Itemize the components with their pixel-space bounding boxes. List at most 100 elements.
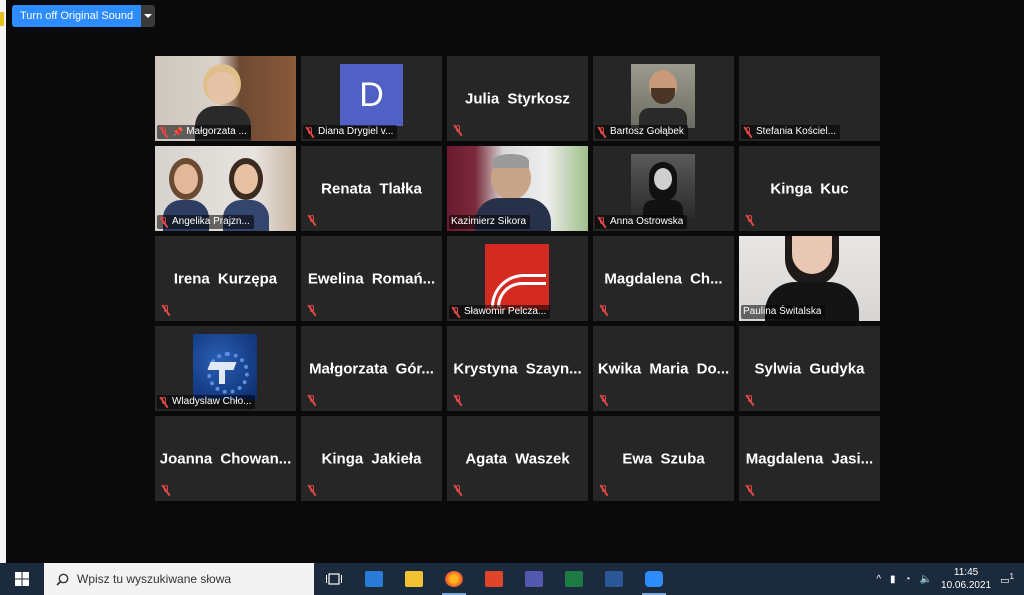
mail-icon[interactable] — [354, 563, 394, 595]
muted-mic-icon — [307, 485, 317, 496]
muted-mic-icon — [161, 485, 171, 496]
profile-photo — [631, 154, 695, 218]
participant-tile[interactable]: 📌 Małgorzata ... — [155, 56, 296, 141]
participant-tile[interactable]: Stefania Kościel... — [739, 56, 880, 141]
clock-date: 10.06.2021 — [941, 580, 992, 591]
participant-tile[interactable]: Ewa Szuba — [593, 416, 734, 501]
participant-tile[interactable]: Renata Tlałka — [301, 146, 442, 231]
participant-label: Stefania Kościel... — [741, 125, 841, 139]
original-sound-control[interactable]: Turn off Original Sound — [12, 5, 156, 27]
muted-mic-icon — [597, 216, 607, 228]
muted-mic-icon — [453, 485, 463, 496]
system-tray: ^ ▮ ◔ 🔈 11:45 10.06.2021 ▭1 — [876, 566, 1024, 592]
participant-label: Kazimierz Sikora — [449, 215, 531, 229]
participant-name: Krystyna Szayn... — [453, 360, 582, 377]
muted-mic-icon — [599, 485, 609, 496]
teams-icon[interactable] — [514, 563, 554, 595]
muted-mic-icon — [745, 215, 755, 226]
participant-tile[interactable]: Sylwia Gudyka — [739, 326, 880, 411]
search-placeholder: Wpisz tu wyszukiwane słowa — [77, 572, 232, 586]
volume-icon[interactable]: 🔈 — [920, 574, 932, 585]
participant-label: Bartosz Gołąbek — [595, 125, 688, 139]
clock-time: 11:45 — [953, 567, 979, 578]
participant-tile[interactable]: Agata Waszek — [447, 416, 588, 501]
office-icon[interactable] — [474, 563, 514, 595]
muted-mic-icon — [307, 305, 317, 316]
participant-name: Joanna Chowan... — [159, 450, 292, 467]
pin-icon: 📌 — [172, 127, 184, 137]
participant-name: Kinga Kuc — [770, 180, 849, 197]
muted-mic-icon — [159, 216, 169, 228]
participant-name: Julia Styrkosz — [465, 90, 570, 107]
gallery-grid: 📌 Małgorzata ... D Diana Drygiel v... Jul… — [155, 56, 881, 501]
muted-mic-icon — [451, 306, 461, 318]
chevron-down-icon[interactable] — [141, 5, 156, 27]
search-icon — [56, 573, 69, 586]
left-edge-strip — [0, 0, 6, 563]
participant-tile[interactable]: Anna Ostrowska — [593, 146, 734, 231]
participant-name: Ewelina Romań... — [307, 270, 436, 287]
zoom-icon[interactable] — [634, 563, 674, 595]
muted-mic-icon — [599, 395, 609, 406]
participant-tile[interactable]: Kwika Maria Do... — [593, 326, 734, 411]
muted-mic-icon — [305, 126, 315, 138]
participant-tile[interactable]: Irena Kurzępa — [155, 236, 296, 321]
participant-name: Magdalena Jasi... — [745, 450, 874, 467]
firefox-icon[interactable] — [434, 563, 474, 595]
participant-tile[interactable]: Kinga Jakieła — [301, 416, 442, 501]
muted-mic-icon — [159, 126, 169, 138]
participant-name: Agata Waszek — [465, 450, 570, 467]
windows-start-icon[interactable] — [0, 563, 44, 595]
excel-icon[interactable] — [554, 563, 594, 595]
participant-label: Paulina Świtalska — [741, 305, 826, 319]
participant-label: Anna Ostrowska — [595, 215, 688, 229]
participant-tile[interactable]: Joanna Chowan... — [155, 416, 296, 501]
participant-name: Sylwia Gudyka — [754, 360, 865, 377]
participant-tile[interactable]: Małgorzata Gór... — [301, 326, 442, 411]
participant-tile[interactable]: Krystyna Szayn... — [447, 326, 588, 411]
muted-mic-icon — [307, 395, 317, 406]
active-speaker-tile[interactable]: Kazimierz Sikora — [447, 146, 588, 231]
participant-tile[interactable]: Angelika Prajzn... — [155, 146, 296, 231]
wifi-icon[interactable]: ◔ — [905, 574, 911, 585]
word-icon[interactable] — [594, 563, 634, 595]
participant-tile[interactable]: Ewelina Romań... — [301, 236, 442, 321]
notification-icon[interactable]: ▭1 — [1000, 572, 1014, 586]
participant-label: Angelika Prajzn... — [157, 215, 254, 229]
participant-tile[interactable]: Bartosz Gołąbek — [593, 56, 734, 141]
muted-mic-icon — [745, 485, 755, 496]
edge-marker — [0, 12, 4, 26]
participant-name: Kinga Jakieła — [321, 450, 422, 467]
participant-name: Małgorzata Gór... — [309, 360, 434, 377]
notification-count: 1 — [1009, 571, 1014, 581]
taskbar-search-box[interactable]: Wpisz tu wyszukiwane słowa — [44, 563, 314, 595]
muted-mic-icon — [745, 395, 755, 406]
clock[interactable]: 11:45 10.06.2021 — [941, 566, 991, 592]
participant-tile[interactable]: Sławomir Pelcza... — [447, 236, 588, 321]
file-explorer-icon[interactable] — [394, 563, 434, 595]
muted-mic-icon — [599, 305, 609, 316]
profile-photo — [631, 64, 695, 128]
participant-name: Renata Tlałka — [321, 180, 422, 197]
participant-tile[interactable]: Magdalena Ch... — [593, 236, 734, 321]
muted-mic-icon — [307, 215, 317, 226]
participant-tile[interactable]: Paulina Świtalska — [739, 236, 880, 321]
participant-name: Kwika Maria Do... — [597, 360, 730, 377]
participant-name: Ewa Szuba — [622, 450, 705, 467]
original-sound-button[interactable]: Turn off Original Sound — [12, 5, 142, 27]
muted-mic-icon — [453, 395, 463, 406]
participant-name: Irena Kurzępa — [173, 270, 278, 287]
participant-tile[interactable]: Magdalena Jasi... — [739, 416, 880, 501]
task-view-icon[interactable] — [314, 563, 354, 595]
participant-tile[interactable]: Kinga Kuc — [739, 146, 880, 231]
chevron-up-icon[interactable]: ^ — [876, 574, 881, 585]
participant-tile[interactable]: Julia Styrkosz — [447, 56, 588, 141]
muted-mic-icon — [597, 126, 607, 138]
participant-tile[interactable]: Wladyslaw Chło... — [155, 326, 296, 411]
avatar: D — [340, 64, 403, 126]
usb-icon[interactable]: ▮ — [890, 574, 896, 585]
participant-label: Diana Drygiel v... — [303, 125, 398, 139]
participant-label: Wladyslaw Chło... — [157, 395, 256, 409]
participant-tile[interactable]: D Diana Drygiel v... — [301, 56, 442, 141]
windows-taskbar: Wpisz tu wyszukiwane słowa ^ ▮ ◔ 🔈 11:45… — [0, 563, 1024, 595]
